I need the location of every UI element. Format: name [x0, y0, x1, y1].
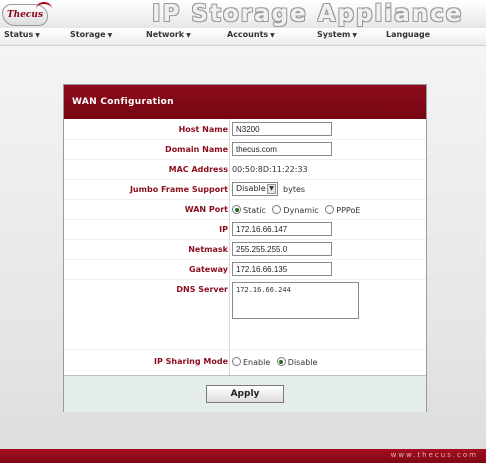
mac-address-label: MAC Address [168, 165, 228, 174]
menu-language-label: Language [386, 30, 431, 39]
row-divider [64, 279, 426, 280]
ip-sharing-disable-option[interactable]: Disable [276, 357, 318, 367]
host-name-label: Host Name [178, 125, 228, 134]
row-divider [64, 219, 426, 220]
menu-system-label: System [317, 30, 351, 39]
radio-unchecked-icon[interactable] [232, 357, 241, 366]
apply-bar: Apply [64, 375, 426, 412]
netmask-label: Netmask [188, 245, 228, 254]
chevron-down-icon: ▼ [186, 32, 191, 39]
row-divider [64, 159, 426, 160]
menu-network[interactable]: Network ▼ [146, 30, 191, 39]
menu-accounts-label: Accounts [227, 30, 269, 39]
radio-unchecked-icon[interactable] [272, 205, 282, 214]
dns-server-label: DNS Server [176, 285, 228, 294]
radio-checked-icon[interactable] [232, 205, 241, 214]
gateway-label: Gateway [189, 265, 228, 274]
jumbo-frame-label: Jumbo Frame Support [129, 185, 228, 194]
menu-status-label: Status [4, 30, 34, 39]
row-divider [64, 139, 426, 140]
ip-sharing-enable-label: Enable [243, 358, 271, 367]
menu-status[interactable]: Status ▼ [4, 30, 40, 39]
apply-button[interactable]: Apply [206, 385, 284, 403]
footer-url[interactable]: www.thecus.com [391, 451, 478, 459]
ip-sharing-mode-label: IP Sharing Mode [154, 357, 228, 366]
ip-sharing-disable-label: Disable [287, 358, 318, 367]
row-divider [64, 179, 426, 180]
logo-swoosh-icon [36, 2, 52, 16]
content-area: WAN Configuration Host Name Domain Name … [0, 46, 486, 449]
app-header: Thecus IP Storage Appliance [0, 0, 486, 28]
ip-sharing-radio-group: Enable Disable [232, 357, 321, 367]
wan-port-label: WAN Port [184, 205, 228, 214]
ip-sharing-enable-option[interactable]: Enable [232, 357, 271, 367]
chevron-down-icon: ▼ [270, 32, 275, 39]
mac-address-value: 00:50:8D:11:22:33 [232, 165, 308, 174]
menu-language[interactable]: Language [386, 30, 430, 39]
menu-system[interactable]: System ▼ [317, 30, 357, 39]
chevron-down-icon: ▼ [267, 184, 276, 194]
footer-bar: www.thecus.com [0, 449, 486, 463]
jumbo-frame-select[interactable]: Disable ▼ [232, 182, 278, 196]
host-name-input[interactable] [232, 122, 332, 136]
radio-checked-icon[interactable] [276, 357, 286, 366]
row-divider [64, 349, 426, 350]
menu-storage-label: Storage [70, 30, 106, 39]
wan-port-static-option[interactable]: Static [232, 205, 266, 215]
domain-name-input[interactable] [232, 142, 332, 156]
wan-port-pppoe-label: PPPoE [336, 206, 361, 215]
panel-title: WAN Configuration [64, 85, 426, 119]
wan-port-radio-group: Static Dynamic PPPoE [232, 205, 364, 215]
wan-configuration-panel: WAN Configuration Host Name Domain Name … [63, 84, 427, 412]
menu-accounts[interactable]: Accounts ▼ [227, 30, 275, 39]
ip-input[interactable] [232, 222, 332, 236]
dns-server-textarea[interactable]: 172.16.66.244 [232, 282, 359, 319]
gateway-input[interactable] [232, 262, 332, 276]
chevron-down-icon: ▼ [107, 32, 113, 39]
ip-label: IP [219, 225, 228, 234]
row-divider [64, 239, 426, 240]
radio-unchecked-icon[interactable] [325, 205, 335, 214]
jumbo-frame-selected: Disable [236, 184, 266, 193]
row-divider [64, 199, 426, 200]
row-divider [64, 259, 426, 260]
jumbo-frame-unit: bytes [283, 185, 306, 194]
domain-name-label: Domain Name [165, 145, 228, 154]
netmask-input[interactable] [232, 242, 332, 256]
wan-port-static-label: Static [243, 206, 266, 215]
chevron-down-icon: ▼ [352, 32, 357, 39]
menu-storage[interactable]: Storage ▼ [70, 30, 112, 39]
app-title: IP Storage Appliance [152, 1, 464, 27]
wan-port-pppoe-option[interactable]: PPPoE [325, 205, 361, 215]
menu-network-label: Network [146, 30, 185, 39]
chevron-down-icon: ▼ [35, 32, 40, 39]
column-divider [229, 119, 230, 375]
wan-port-dynamic-label: Dynamic [283, 206, 319, 215]
main-menu: Status ▼ Storage ▼ Network ▼ Accounts ▼ Syst… [0, 28, 486, 46]
wan-port-dynamic-option[interactable]: Dynamic [272, 205, 319, 215]
